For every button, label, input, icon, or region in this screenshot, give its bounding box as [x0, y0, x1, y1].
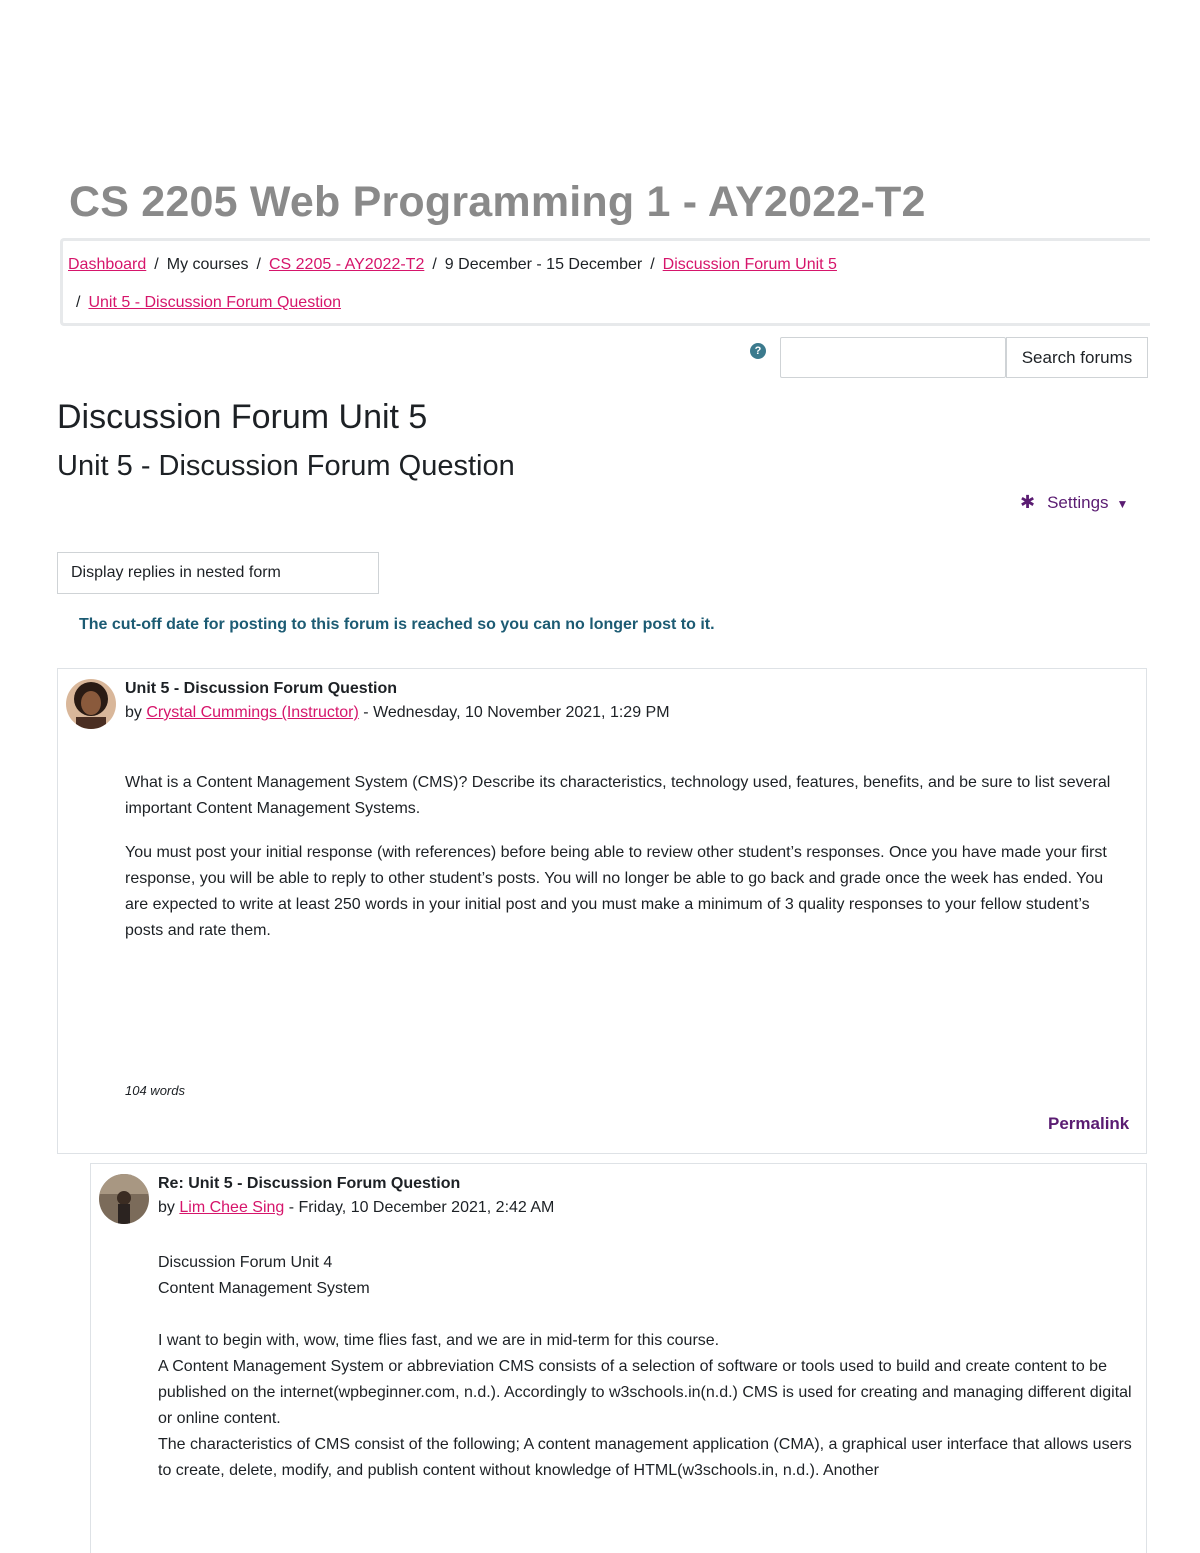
help-icon[interactable]: ? [750, 343, 766, 359]
avatar[interactable] [99, 1174, 149, 1224]
post-byline: by Lim Chee Sing - Friday, 10 December 2… [158, 1199, 554, 1217]
search-forums-button[interactable]: Search forums [1006, 337, 1148, 378]
post-line: Discussion Forum Unit 4 [158, 1254, 333, 1271]
word-count: 104 words [125, 1083, 185, 1098]
forum-post-reply: Re: Unit 5 - Discussion Forum Question b… [90, 1163, 1147, 1553]
post-byline: by Crystal Cummings (Instructor) - Wedne… [125, 704, 670, 722]
byline-by: by [158, 1199, 175, 1216]
post-paragraph: You must post your initial response (wit… [125, 844, 1107, 939]
author-link[interactable]: Lim Chee Sing [179, 1199, 284, 1216]
search-forums-input[interactable] [780, 337, 1006, 378]
forum-post: Unit 5 - Discussion Forum Question by Cr… [57, 668, 1147, 1154]
post-content: What is a Content Management System (CMS… [125, 770, 1130, 962]
breadcrumb: Dashboard / My courses / CS 2205 - AY2022-T2… [60, 238, 1150, 326]
breadcrumb-course-link[interactable]: CS 2205 - AY2022-T2 [269, 256, 424, 273]
permalink-link[interactable]: Permalink [1048, 1114, 1129, 1134]
breadcrumb-separator: / [650, 256, 655, 273]
breadcrumb-forum-link[interactable]: Discussion Forum Unit 5 [663, 256, 837, 273]
settings-label: Settings [1047, 493, 1109, 512]
post-line: A Content Management System or abbreviat… [158, 1358, 1132, 1427]
course-title: CS 2205 Web Programming 1 - AY2022-T2 [69, 178, 926, 226]
breadcrumb-my-courses: My courses [166, 256, 249, 273]
discussion-title: Unit 5 - Discussion Forum Question [57, 450, 515, 482]
breadcrumb-separator: / [432, 256, 437, 273]
breadcrumb-separator: / [256, 256, 261, 273]
post-content: Discussion Forum Unit 4 Content Manageme… [158, 1250, 1133, 1484]
author-link[interactable]: Crystal Cummings (Instructor) [146, 704, 358, 721]
byline-by: by [125, 704, 142, 721]
breadcrumb-week: 9 December - 15 December [444, 256, 643, 273]
avatar-image [99, 1174, 149, 1224]
post-line: The characteristics of CMS consist of th… [158, 1436, 1132, 1479]
post-line: Content Management System [158, 1280, 370, 1297]
post-subject: Unit 5 - Discussion Forum Question [125, 680, 398, 697]
forum-title: Discussion Forum Unit 5 [57, 398, 428, 436]
caret-down-icon: ▼ [1116, 497, 1129, 511]
settings-menu[interactable]: ✱ Settings ▼ [1020, 492, 1128, 513]
post-date: - Friday, 10 December 2021, 2:42 AM [284, 1199, 555, 1216]
breadcrumb-discussion-link[interactable]: Unit 5 - Discussion Forum Question [88, 294, 341, 311]
avatar[interactable] [66, 679, 116, 729]
breadcrumb-dashboard-link[interactable]: Dashboard [68, 256, 146, 273]
post-subject: Re: Unit 5 - Discussion Forum Question [158, 1175, 461, 1192]
post-paragraph: What is a Content Management System (CMS… [125, 774, 1111, 817]
cutoff-notice: The cut-off date for posting to this for… [79, 616, 715, 633]
breadcrumb-separator: / [154, 256, 159, 273]
gear-icon: ✱ [1020, 492, 1036, 512]
breadcrumb-separator: / [76, 294, 81, 311]
post-line: I want to begin with, wow, time flies fa… [158, 1332, 720, 1349]
avatar-image [66, 679, 116, 729]
display-mode-select[interactable]: Display replies in nested form [57, 552, 379, 594]
post-date: - Wednesday, 10 November 2021, 1:29 PM [358, 704, 670, 721]
